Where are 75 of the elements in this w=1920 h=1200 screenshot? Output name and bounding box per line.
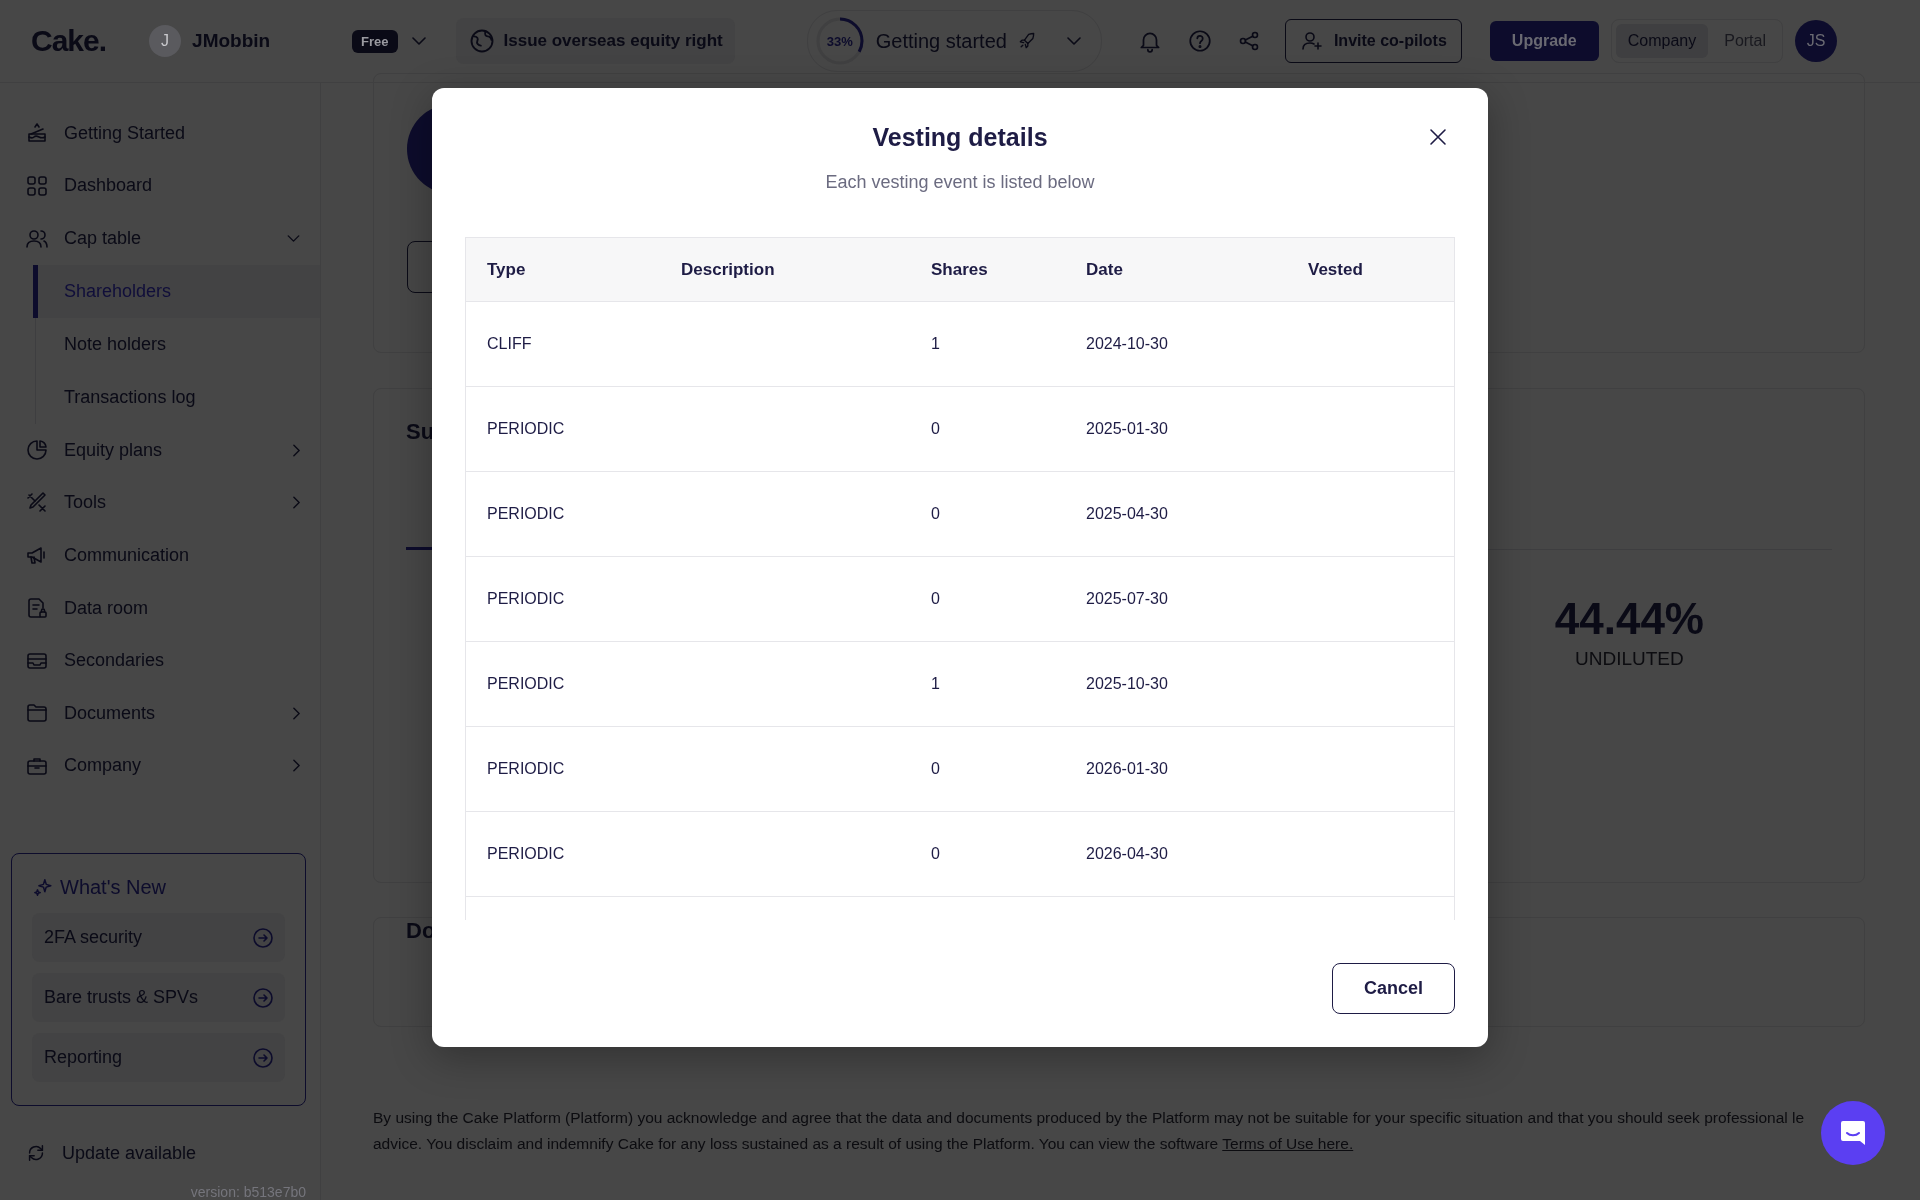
table-cell-text: 0 (930, 845, 941, 863)
column-header: Shares (930, 259, 989, 280)
table-cell-text: 0 (930, 760, 941, 778)
whats-new-title: What's New (60, 876, 167, 900)
chevron-right-icon (293, 443, 300, 457)
column-header: Vested (1307, 259, 1364, 280)
sidebar-item[interactable]: Dashboard (0, 159, 320, 213)
chevron-down-icon (287, 235, 300, 243)
dialog-title: Vesting details (872, 123, 1048, 152)
task-button[interactable]: Issue overseas equity right (455, 18, 735, 64)
invite-button[interactable]: Invite co-pilots (1284, 19, 1462, 63)
arrow-circle-icon (251, 1045, 275, 1070)
user-avatar[interactable]: JS (1795, 20, 1837, 62)
column-header: Type (486, 259, 527, 280)
table-cell-text: 2025-01-30 (1085, 420, 1169, 438)
account-avatar: J (149, 25, 182, 57)
sidebar-item[interactable]: Secondaries (0, 634, 320, 687)
sidebar-item[interactable]: Company (0, 739, 320, 793)
sidebar-subitem[interactable]: Transactions log (36, 370, 320, 424)
arrow-circle-icon (251, 925, 275, 950)
update-button[interactable]: Update available (0, 1130, 320, 1176)
stat-label: UNDILUTED (1574, 648, 1685, 670)
table-cell-text: 2025-04-30 (1085, 505, 1169, 523)
table-cell-text: 0 (930, 590, 941, 608)
column-header: Description (680, 259, 776, 280)
sparkle-icon (32, 876, 54, 899)
sidebar-item[interactable]: Cap table (0, 212, 320, 265)
table-cell-text: PERIODIC (486, 675, 566, 693)
plan-badge: Free (352, 29, 398, 53)
upgrade-button[interactable]: Upgrade (1489, 21, 1599, 61)
grid-icon (25, 173, 49, 198)
table-cell-text: PERIODIC (486, 760, 566, 778)
sidebar-item[interactable]: Tools (0, 476, 320, 530)
table-cell-text: CLIFF (486, 335, 533, 353)
add-user-icon (1299, 29, 1324, 53)
logo[interactable]: Cake. (31, 24, 107, 58)
table-cell-text: 2025-07-30 (1085, 590, 1169, 608)
sidebar-item[interactable]: Documents (0, 687, 320, 740)
table-cell-text: 2024-10-30 (1085, 335, 1169, 353)
table-cell-text: 2026-04-30 (1085, 845, 1169, 863)
sidebar-subitem[interactable]: Note holders (36, 317, 320, 371)
sidebar-item[interactable]: Communication (0, 529, 320, 582)
table-cell-text: 1 (930, 675, 941, 693)
stat-value: 44.44% (1554, 594, 1704, 644)
pie-chart-icon (25, 438, 49, 463)
table-cell-text: 2025-10-30 (1085, 675, 1169, 693)
chevron-right-icon (293, 706, 300, 720)
column-header: Date (1085, 259, 1124, 280)
sidebar-item[interactable]: Data room (0, 581, 320, 635)
news-item[interactable]: Bare trusts & SPVs (32, 973, 285, 1023)
document-lock-icon (25, 596, 49, 621)
chevron-right-icon (293, 759, 300, 773)
terms-link[interactable]: Terms of Use here. (1222, 1135, 1354, 1152)
sidebar-item[interactable]: Getting Started (0, 107, 320, 160)
chevron-down-icon (411, 37, 426, 45)
arrow-circle-icon (251, 985, 275, 1010)
news-item[interactable]: 2FA security (32, 913, 285, 963)
table-cell-text: 0 (930, 505, 941, 523)
table-cell-text: 1 (930, 335, 941, 353)
account-name[interactable]: JMobbin (192, 30, 353, 52)
sidebar-item[interactable]: Equity plans (0, 423, 320, 477)
cancel-button[interactable]: Cancel (1332, 963, 1455, 1014)
getting-started-button[interactable]: 33% Getting started (806, 10, 1102, 72)
dialog-subtitle: Each vesting event is listed below (825, 172, 1095, 193)
table-cell-text: 0 (930, 420, 941, 438)
table-cell-text: PERIODIC (486, 420, 566, 438)
table-cell-text: PERIODIC (486, 590, 566, 608)
help-icon (1186, 28, 1213, 54)
chevron-down-icon (1066, 37, 1081, 45)
news-item[interactable]: Reporting (32, 1033, 285, 1083)
table-cell-text: 2026-01-30 (1085, 760, 1169, 778)
chevron-right-icon (293, 496, 300, 510)
table-cell-text: PERIODIC (486, 505, 566, 523)
table-cell-text: PERIODIC (486, 845, 566, 863)
tools-icon (25, 490, 49, 515)
